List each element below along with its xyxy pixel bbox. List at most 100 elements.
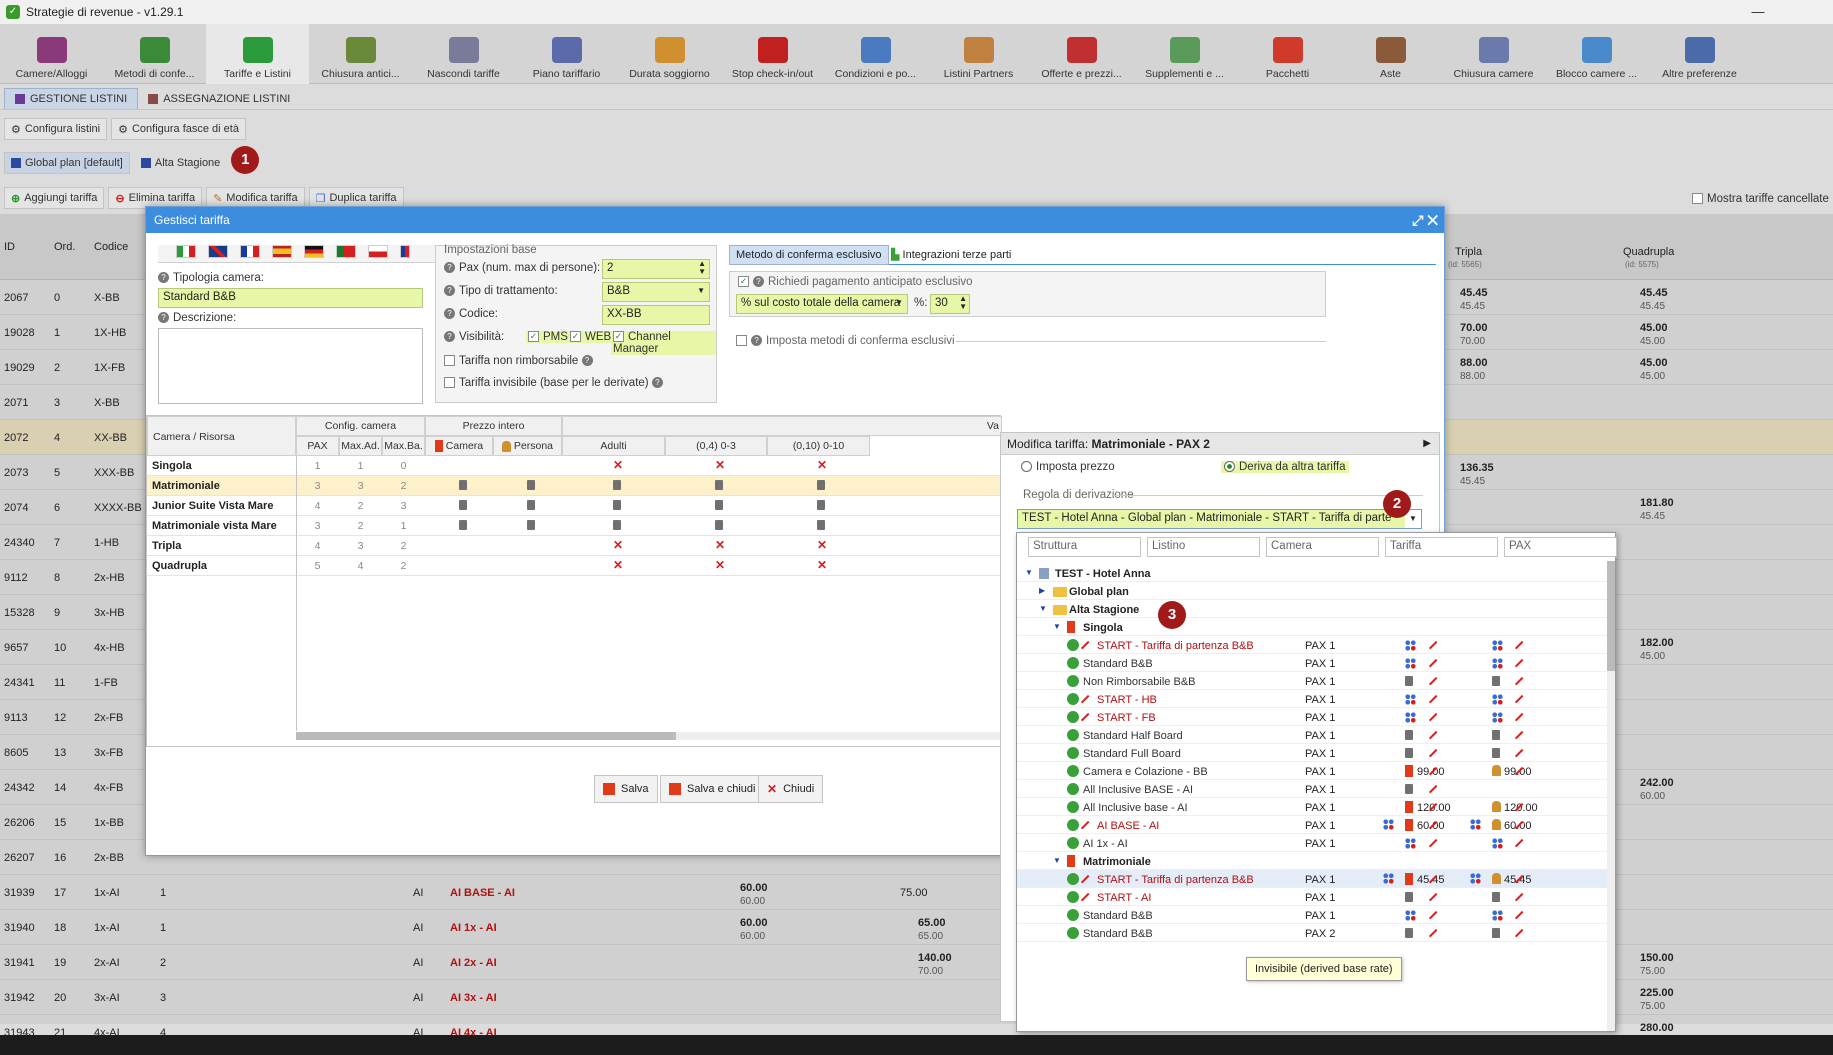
calculator-icon[interactable] <box>613 520 621 530</box>
radio[interactable] <box>1021 461 1032 473</box>
grid-row[interactable]: Tripla 4 3 2 ✕ ✕ ✕ <box>147 536 1002 556</box>
checkbox[interactable] <box>1692 193 1703 205</box>
visibility-icon[interactable] <box>1428 910 1444 926</box>
maximize-icon[interactable]: ⤢ <box>1412 212 1423 228</box>
calculator-icon[interactable] <box>613 480 621 490</box>
flag-en-icon[interactable] <box>208 245 229 258</box>
calculator-icon[interactable] <box>817 480 825 490</box>
calculator-icon[interactable] <box>527 500 535 510</box>
calculator-icon[interactable] <box>1405 892 1413 902</box>
disabled-icon[interactable]: ✕ <box>613 538 623 552</box>
tree-rate[interactable]: START - Tariffa di partenza B&B PAX 1 <box>1017 636 1607 656</box>
grid-row[interactable]: Quadrupla 5 4 2 ✕ ✕ ✕ <box>147 556 1002 576</box>
tree-rate[interactable]: Camera e Colazione - BB PAX 1 99.00 99.00 <box>1017 762 1607 782</box>
percentage-stepper[interactable]: 30 ▲ ▼ <box>930 294 970 314</box>
save-and-close-button[interactable]: Salva e chiudi <box>660 775 765 803</box>
flag-fr-icon[interactable] <box>240 245 261 258</box>
configure-age-bands-button[interactable]: ⚙ Configura fasce di età <box>111 118 246 140</box>
toolbar-item[interactable]: Chiusura antici... <box>309 24 412 84</box>
calculator-icon[interactable] <box>1405 784 1413 794</box>
disabled-icon[interactable]: ✕ <box>715 538 725 552</box>
distribution-icon[interactable] <box>1383 819 1394 830</box>
checkbox[interactable]: ✓ <box>528 331 539 343</box>
tree-rate[interactable]: AI BASE - AI PAX 1 60.00 60.00 <box>1017 816 1607 836</box>
filter-pax[interactable]: PAX <box>1504 537 1617 557</box>
visibility-icon[interactable] <box>1428 730 1444 746</box>
flag-pl-icon[interactable] <box>368 245 389 258</box>
plan-tab-alta-stagione[interactable]: Alta Stagione <box>134 152 227 174</box>
stepper-arrows-icon[interactable]: ▲ ▼ <box>698 260 706 276</box>
toolbar-item[interactable]: Tariffe e Listini <box>206 24 309 84</box>
distribution-icon[interactable] <box>1405 838 1416 849</box>
visibility-icon[interactable] <box>1514 712 1530 728</box>
distribution-icon[interactable] <box>1492 658 1503 669</box>
grid-row[interactable]: Matrimoniale vista Mare 3 2 1 <box>147 516 1002 536</box>
description-textarea[interactable] <box>158 328 423 404</box>
visibility-icon[interactable] <box>1514 640 1530 656</box>
toolbar-item[interactable]: Aste <box>1339 24 1442 84</box>
non-refundable-toggle[interactable]: Tariffa non rimborsabile ? <box>444 355 597 367</box>
minimize-icon[interactable]: — <box>1743 0 1773 24</box>
grid-row[interactable]: Junior Suite Vista Mare 4 2 3 <box>147 496 1002 516</box>
derive-rate-radio[interactable]: Deriva da altra tariffa <box>1221 461 1349 473</box>
visibility-icon[interactable] <box>1514 928 1530 944</box>
calculator-icon[interactable] <box>1405 748 1413 758</box>
visibility-icon[interactable] <box>1514 658 1530 674</box>
tree-node-room[interactable]: ▼ Singola <box>1017 618 1607 636</box>
advance-payment-toggle[interactable]: ✓? Richiedi pagamento anticipato esclusiv… <box>738 276 973 288</box>
tab-integrazioni[interactable]: ▙ Integrazioni terze parti <box>891 248 1011 261</box>
flag-es-icon[interactable] <box>272 245 293 258</box>
toolbar-item[interactable]: Piano tariffario <box>515 24 618 84</box>
set-price-radio[interactable]: Imposta prezzo <box>1021 461 1115 473</box>
calculator-icon[interactable] <box>1492 928 1500 938</box>
visibility-icon[interactable] <box>1428 676 1444 692</box>
tree-rate[interactable]: START - AI PAX 1 <box>1017 888 1607 908</box>
chevron-right-icon[interactable]: ▶ <box>1423 433 1431 455</box>
checkbox[interactable]: ✓ <box>613 331 624 343</box>
stepper-arrows-icon[interactable]: ▲ ▼ <box>959 295 967 311</box>
toolbar-item[interactable]: Supplementi e ... <box>1133 24 1236 84</box>
tree-node-room[interactable]: ▼ Matrimoniale <box>1017 852 1607 870</box>
collapse-icon[interactable]: ▼ <box>1053 856 1063 865</box>
visibility-icon[interactable] <box>1514 676 1530 692</box>
grid-row[interactable]: Matrimoniale 3 3 2 <box>147 476 1002 496</box>
distribution-icon[interactable] <box>1492 640 1503 651</box>
disabled-icon[interactable]: ✕ <box>613 458 623 472</box>
calculator-icon[interactable] <box>1492 730 1500 740</box>
toolbar-item[interactable]: Condizioni e po... <box>824 24 927 84</box>
calculator-icon[interactable] <box>817 520 825 530</box>
checkbox[interactable] <box>444 355 455 367</box>
tree-rate[interactable]: Standard Half Board PAX 1 <box>1017 726 1607 746</box>
tree-node-hotel[interactable]: ▼ TEST - Hotel Anna <box>1017 564 1607 582</box>
tree-rate[interactable]: Standard Full Board PAX 1 <box>1017 744 1607 764</box>
toolbar-item[interactable]: Blocco camere ... <box>1545 24 1648 84</box>
exclusive-methods-toggle[interactable]: ? Imposta metodi di conferma esclusivi <box>736 335 955 347</box>
toolbar-item[interactable]: Metodi di confe... <box>103 24 206 84</box>
distribution-icon[interactable] <box>1492 838 1503 849</box>
room-type-field[interactable]: Standard B&B <box>158 288 423 308</box>
calculator-icon[interactable] <box>1405 928 1413 938</box>
visibility-icon[interactable] <box>1514 694 1530 710</box>
collapse-icon[interactable]: ▼ <box>1053 622 1063 631</box>
checkbox[interactable]: ✓ <box>738 276 749 288</box>
disabled-icon[interactable]: ✕ <box>613 558 623 572</box>
calculator-icon[interactable] <box>1492 892 1500 902</box>
distribution-icon[interactable] <box>1492 910 1503 921</box>
tree-rate[interactable]: START - Tariffa di partenza B&B PAX 1 45.4… <box>1017 870 1607 890</box>
visibility-icon[interactable] <box>1514 910 1530 926</box>
calculator-icon[interactable] <box>459 500 467 510</box>
distribution-icon[interactable] <box>1470 873 1481 884</box>
toolbar-item[interactable]: Offerte e prezzi... <box>1030 24 1133 84</box>
visibility-icon[interactable] <box>1428 838 1444 854</box>
visibility-icon[interactable] <box>1428 640 1444 656</box>
tree-rate[interactable]: START - HB PAX 1 <box>1017 690 1607 710</box>
toolbar-item[interactable]: Chiusura camere <box>1442 24 1545 84</box>
scroll-thumb[interactable] <box>1607 561 1615 671</box>
toolbar-item[interactable]: Nascondi tariffe <box>412 24 515 84</box>
visibility-icon[interactable] <box>1428 784 1444 800</box>
show-deleted-toggle[interactable]: Mostra tariffe cancellate <box>1692 193 1829 205</box>
distribution-icon[interactable] <box>1383 873 1394 884</box>
plan-tab-global[interactable]: Global plan [default] <box>4 152 130 174</box>
configure-lists-button[interactable]: ⚙ Configura listini <box>4 118 108 140</box>
scroll-thumb[interactable] <box>296 732 676 740</box>
